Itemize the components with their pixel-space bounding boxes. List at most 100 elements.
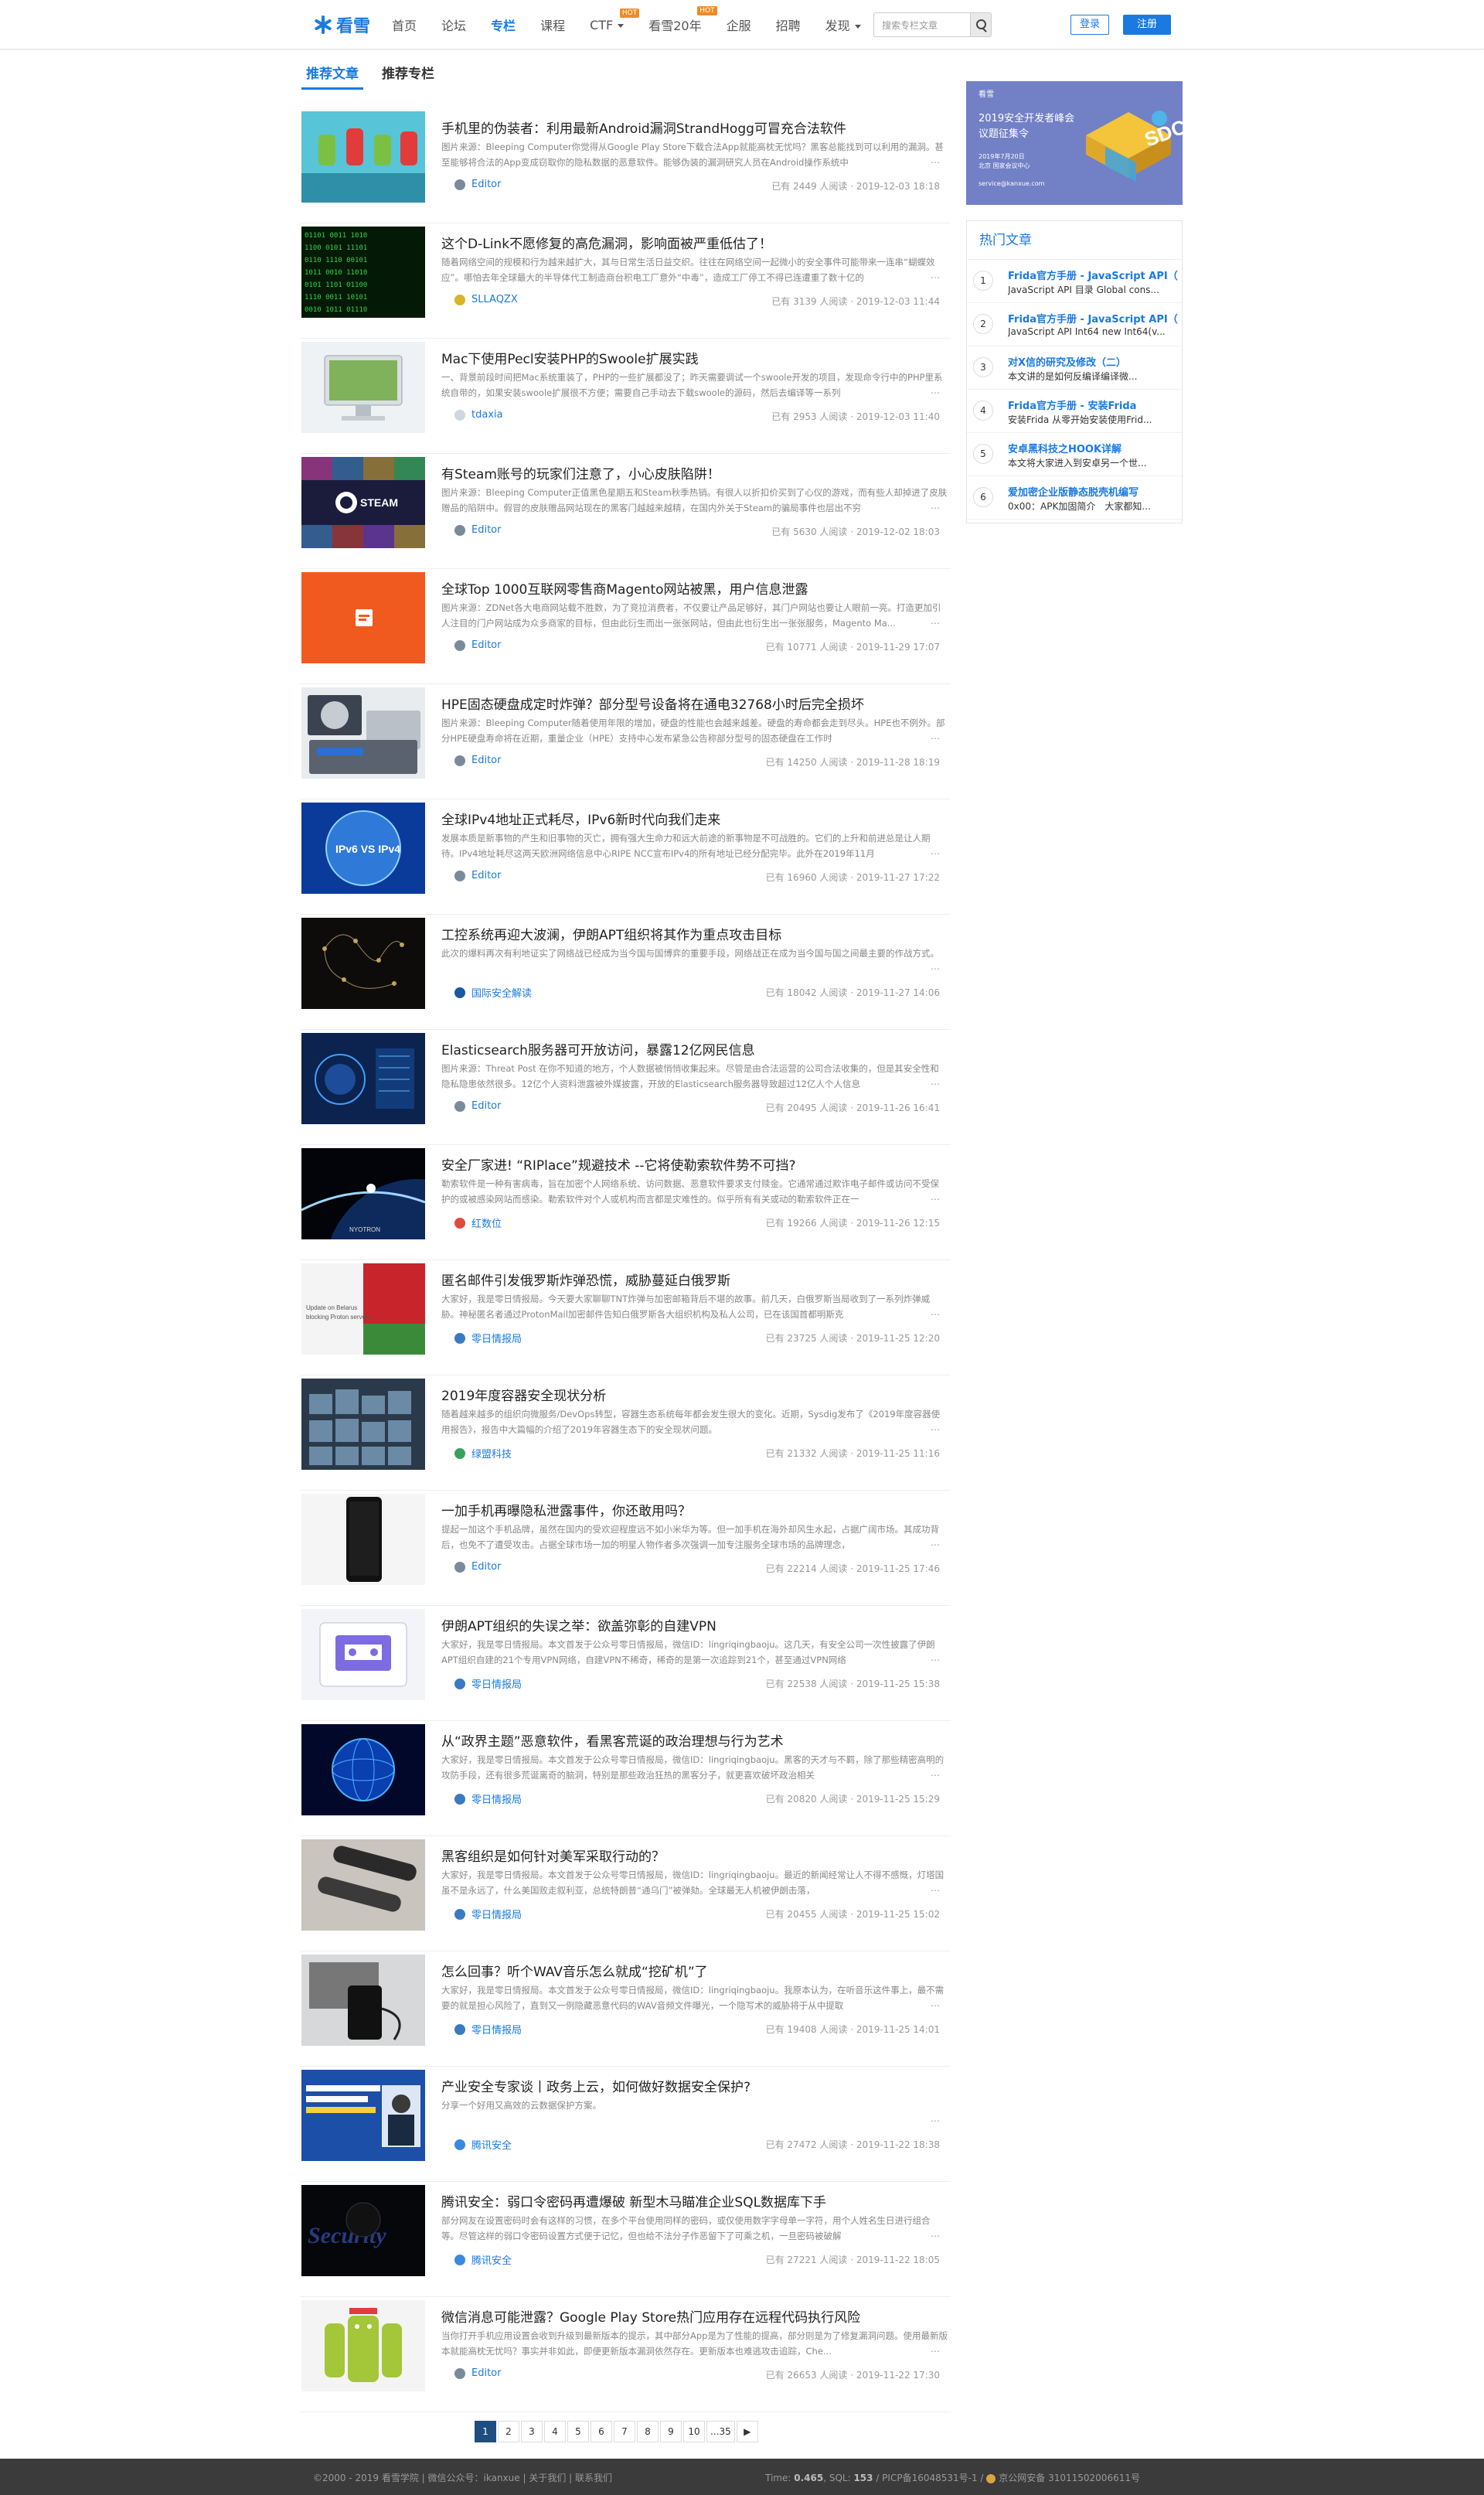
nav-item[interactable]: 看雪20年 HOT (648, 6, 717, 34)
article-author[interactable]: Editor (454, 1561, 501, 1573)
tab-recommended-articles[interactable]: 推荐文章 (301, 63, 363, 90)
article-title[interactable]: 一加手机再曝隐私泄露事件，你还敢用吗？ (441, 1500, 936, 1519)
page-button[interactable]: 8 (637, 2421, 659, 2442)
article-thumbnail[interactable] (301, 342, 425, 433)
article-item[interactable]: NYOTRON 安全厂家进! “RIPlace”规避技术 --它将使勒索软件势不可… (300, 1145, 951, 1260)
article-item[interactable]: IPv6 VS IPv4 全球IPv4地址正式耗尽，IPv6新时代向我们走来 发展本… (300, 799, 951, 915)
sdc-banner[interactable]: SDC 看雪 2019安全开发者峰会 议题征集令 2019年7月20日 北京 国… (966, 81, 1183, 205)
article-author[interactable]: 腾讯安全 (454, 2137, 512, 2152)
nav-item[interactable]: 发现 (825, 15, 861, 34)
article-title[interactable]: 黑客组织是如何针对美军采取行动的？ (441, 1846, 936, 1865)
article-author[interactable]: 红数位 (454, 1215, 502, 1230)
article-title[interactable]: HPE固态硬盘成定时炸弹？部分型号设备将在通电32768小时后完全损坏 (441, 694, 936, 713)
article-item[interactable]: 全球Top 1000互联网零售商Magento网站被黑，用户信息泄露 图片来源：Z… (300, 569, 951, 684)
article-title[interactable]: 手机里的伪装者：利用最新Android漏洞StrandHogg可冒充合法软件 (441, 118, 936, 137)
hot-article-item[interactable]: 3 对X信的研究及修改（二） 本文讲的是如何反编译编译微... (967, 346, 1182, 390)
article-thumbnail[interactable] (301, 2300, 425, 2391)
article-author[interactable]: Editor (454, 1100, 501, 1112)
article-author[interactable]: 零日情报局 (454, 1331, 522, 1345)
footer-police[interactable]: 京公网安备 31011502006611号 (999, 2473, 1140, 2483)
nav-item[interactable]: 论坛 (441, 15, 466, 34)
article-thumbnail[interactable] (301, 1379, 425, 1470)
article-title[interactable]: 有Steam账号的玩家们注意了，小心皮肤陷阱！ (441, 463, 936, 482)
article-title[interactable]: 2019年度容器安全现状分析 (441, 1385, 936, 1404)
article-item[interactable]: 伊朗APT组织的失误之举：欲盖弥彰的自建VPN 大家好，我是零日情报局。本文首发于… (300, 1606, 951, 1721)
article-item[interactable]: 一加手机再曝隐私泄露事件，你还敢用吗？ 提起一加这个手机品牌，虽然在国内的受欢迎程… (300, 1491, 951, 1606)
article-title[interactable]: 怎么回事？听个WAV音乐怎么就成“挖矿机”了 (441, 1961, 936, 1980)
article-title[interactable]: 腾讯安全：弱口令密码再遭爆破 新型木马瞄准企业SQL数据库下手 (441, 2191, 936, 2210)
footer-icp[interactable]: / PICP备16048531号-1 / (873, 2473, 987, 2483)
article-item[interactable]: 黑客组织是如何针对美军采取行动的？ 大家好，我是零日情报局。本文首发于公众号零日情… (300, 1836, 951, 1951)
tab-recommended-columns[interactable]: 推荐专栏 (377, 63, 439, 90)
article-thumbnail[interactable] (301, 1033, 425, 1124)
article-author[interactable]: Editor (454, 2367, 501, 2379)
article-item[interactable]: Elasticsearch服务器可开放访问，暴露12亿网民信息 图片来源：Thre… (300, 1030, 951, 1145)
article-title[interactable]: 这个D-Link不愿修复的高危漏洞，影响面被严重低估了！ (441, 233, 936, 252)
article-thumbnail[interactable]: Security (301, 2185, 425, 2276)
article-title[interactable]: 全球Top 1000互联网零售商Magento网站被黑，用户信息泄露 (441, 578, 936, 598)
register-button[interactable]: 注册 (1123, 15, 1171, 35)
article-item[interactable]: 01101 0011 1010 1100 0101 11101 0110 1110 … (300, 223, 951, 339)
article-thumbnail[interactable]: Update on Belarus blocking Proton servers (301, 1263, 425, 1355)
article-item[interactable]: 产业安全专家谈丨政务上云，如何做好数据安全保护? 分享一个好用又高效的云数据保护方… (300, 2067, 951, 2182)
article-title[interactable]: 匿名邮件引发俄罗斯炸弹恐慌，威胁蔓延白俄罗斯 (441, 1270, 936, 1289)
article-item[interactable]: 从“政界主题”恶意软件，看黑客荒诞的政治理想与行为艺术 大家好，我是零日情报局。本… (300, 1721, 951, 1836)
nav-item[interactable]: 课程 (540, 15, 565, 34)
article-title[interactable]: Mac下使用Pecl安装PHP的Swoole扩展实践 (441, 348, 936, 367)
hot-article-item[interactable]: 6 爱加密企业版静态脱壳机编写 0x00：APK加固简介 大家都知... (967, 476, 1182, 520)
article-thumbnail[interactable] (301, 1494, 425, 1585)
article-title[interactable]: 安全厂家进! “RIPlace”规避技术 --它将使勒索软件势不可挡? (441, 1154, 936, 1174)
hot-article-title[interactable]: Frida官方手册 - 安装Frida (1008, 397, 1178, 412)
nav-item[interactable]: 招聘 (776, 15, 801, 34)
article-title[interactable]: 工控系统再迎大波澜，伊朗APT组织将其作为重点攻击目标 (441, 924, 936, 943)
article-author[interactable]: SLLAQZX (454, 294, 518, 305)
article-title[interactable]: 微信消息可能泄露？Google Play Store热门应用存在远程代码执行风险 (441, 2306, 936, 2326)
article-thumbnail[interactable]: IPv6 VS IPv4 (301, 803, 425, 894)
article-title[interactable]: Elasticsearch服务器可开放访问，暴露12亿网民信息 (441, 1039, 936, 1058)
nav-item[interactable]: 企服 (727, 15, 751, 34)
page-button[interactable]: 1 (475, 2421, 496, 2442)
hot-article-title[interactable]: Frida官方手册 - JavaScript API（ (1008, 268, 1178, 282)
article-title[interactable]: 产业安全专家谈丨政务上云，如何做好数据安全保护? (441, 2076, 936, 2095)
article-title[interactable]: 从“政界主题”恶意软件，看黑客荒诞的政治理想与行为艺术 (441, 1730, 936, 1750)
article-author[interactable]: 绿盟科技 (454, 1446, 512, 1461)
article-thumbnail[interactable] (301, 2070, 425, 2161)
nav-item[interactable]: CTF HOT (590, 8, 640, 32)
article-thumbnail[interactable] (301, 918, 425, 1009)
nav-item[interactable]: 首页 (392, 15, 417, 34)
article-thumbnail[interactable] (301, 687, 425, 779)
hot-article-title[interactable]: 安卓黑科技之HOOK详解 (1008, 441, 1178, 455)
hot-article-item[interactable]: 4 Frida官方手册 - 安装Frida 安装Frida 从零开始安装使用Frid… (967, 390, 1182, 433)
page-button[interactable]: 6 (591, 2421, 612, 2442)
article-item[interactable]: 2019年度容器安全现状分析 随着越来越多的组织向微服务/DevOps转型，容器生… (300, 1375, 951, 1491)
page-button[interactable]: 4 (544, 2421, 566, 2442)
hot-article-title[interactable]: Frida官方手册 - JavaScript API（ (1008, 311, 1178, 326)
article-item[interactable]: 怎么回事？听个WAV音乐怎么就成“挖矿机”了 大家好，我是零日情报局。本文首发于公… (300, 1951, 951, 2067)
article-author[interactable]: 零日情报局 (454, 1907, 522, 1921)
page-button[interactable]: 7 (614, 2421, 635, 2442)
article-item[interactable]: 工控系统再迎大波澜，伊朗APT组织将其作为重点攻击目标 此次的爆料再次有利地证实了… (300, 915, 951, 1030)
article-item[interactable]: Update on Belarus blocking Proton servers… (300, 1260, 951, 1375)
article-item[interactable]: Security 腾讯安全：弱口令密码再遭爆破 新型木马瞄准企业SQL数据库下手部… (300, 2182, 951, 2297)
article-author[interactable]: 零日情报局 (454, 1791, 522, 1806)
article-thumbnail[interactable]: STEAM (301, 457, 425, 548)
hot-article-title[interactable]: 对X信的研究及修改（二） (1008, 354, 1178, 369)
article-thumbnail[interactable] (301, 1955, 425, 2046)
hot-article-item[interactable]: 2 Frida官方手册 - JavaScript API（ JavaScript A… (967, 303, 1182, 346)
article-thumbnail[interactable]: NYOTRON (301, 1148, 425, 1239)
article-author[interactable]: 零日情报局 (454, 2022, 522, 2037)
article-thumbnail[interactable] (301, 1839, 425, 1931)
article-thumbnail[interactable] (301, 1724, 425, 1815)
article-author[interactable]: Editor (454, 639, 501, 651)
page-button[interactable]: 5 (567, 2421, 589, 2442)
search-icon[interactable] (970, 12, 992, 37)
article-item[interactable]: 微信消息可能泄露？Google Play Store热门应用存在远程代码执行风险… (300, 2297, 951, 2412)
nav-item[interactable]: 专栏 (491, 15, 516, 34)
article-author[interactable]: Editor (454, 524, 501, 536)
page-button[interactable]: 10 (683, 2421, 705, 2442)
article-title[interactable]: 全球IPv4地址正式耗尽，IPv6新时代向我们走来 (441, 809, 936, 828)
article-item[interactable]: HPE固态硬盘成定时炸弹？部分型号设备将在通电32768小时后完全损坏 图片来源：… (300, 684, 951, 799)
article-title[interactable]: 伊朗APT组织的失误之举：欲盖弥彰的自建VPN (441, 1615, 936, 1634)
article-thumbnail[interactable]: 01101 0011 1010 1100 0101 11101 0110 1110 … (301, 227, 425, 318)
article-author[interactable]: 国际安全解读 (454, 985, 532, 1000)
